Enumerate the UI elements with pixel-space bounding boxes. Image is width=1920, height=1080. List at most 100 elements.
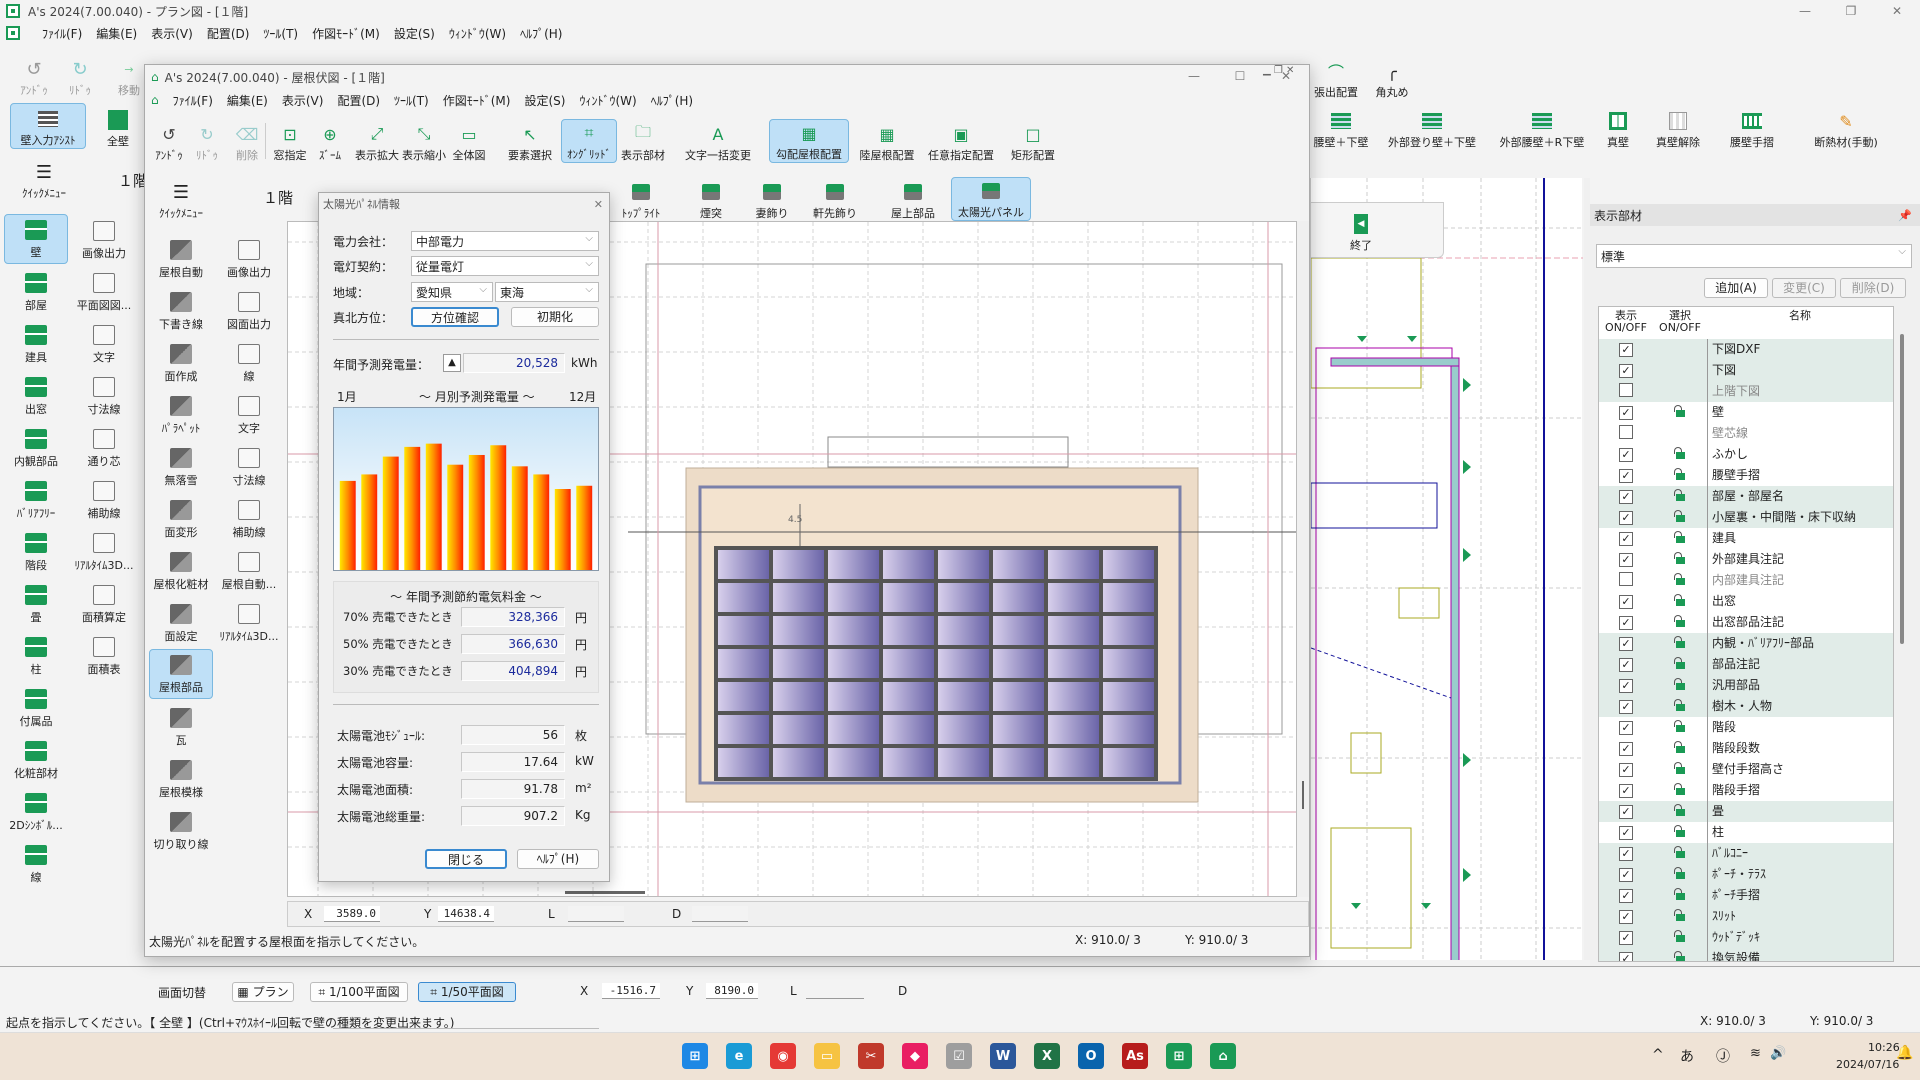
unlock-icon[interactable] <box>1674 573 1686 585</box>
main-sidebar-item[interactable]: 線 <box>4 838 68 888</box>
word-taskbar-icon[interactable]: W <box>990 1043 1016 1069</box>
plan-canvas[interactable] <box>1310 178 1583 1079</box>
show-checkbox[interactable]: ✓ <box>1619 552 1633 567</box>
roof-d-field[interactable] <box>692 906 748 922</box>
show-checkbox[interactable]: ✓ <box>1619 342 1633 357</box>
display-preset-select[interactable]: 標準 <box>1596 244 1912 268</box>
main-sidebar-item[interactable]: 建具 <box>4 318 68 368</box>
roof-sidebar-item[interactable]: 瓦 <box>149 701 213 751</box>
roof-parts-button[interactable]: 太陽光パネル <box>951 177 1031 221</box>
unlock-icon[interactable] <box>1674 510 1686 522</box>
main-sidebar-item[interactable]: 通り芯 <box>72 422 136 472</box>
unlock-icon[interactable] <box>1674 678 1686 690</box>
roof-toolbar-button[interactable]: ▣ 任意指定配置 <box>923 119 999 163</box>
unlock-icon[interactable] <box>1674 699 1686 711</box>
unlock-icon[interactable] <box>1674 489 1686 501</box>
solar-panel[interactable] <box>773 715 824 744</box>
solar-panel[interactable] <box>1048 748 1099 777</box>
power-company-select[interactable]: 中部電力 <box>411 231 599 251</box>
unlock-icon[interactable] <box>1674 804 1686 816</box>
ext-climb-wall-button[interactable]: 外部登り壁＋下壁 <box>1384 106 1480 150</box>
waist-wall-button[interactable]: 腰壁＋下壁 <box>1308 106 1374 150</box>
show-checkbox[interactable]: ✓ <box>1619 636 1633 651</box>
parts-scrollbar-thumb[interactable] <box>1900 334 1904 644</box>
roof-minimize-button[interactable]: — <box>1171 65 1217 87</box>
roof-menu-window[interactable]: ｳｨﾝﾄﾞｳ(W) <box>579 92 636 109</box>
main-sidebar-item[interactable]: ﾘｱﾙﾀｲﾑ3D... <box>72 526 136 576</box>
solar-panel[interactable] <box>1103 550 1154 579</box>
roof-toolbar-button[interactable]: ⌗ ｵﾝｸﾞﾘｯﾄﾞ <box>561 119 617 163</box>
solar-panel[interactable] <box>883 550 934 579</box>
main-sidebar-item[interactable]: 面積算定 <box>72 578 136 628</box>
solar-panel[interactable] <box>993 649 1044 678</box>
roof-toolbar-button[interactable]: ↖ 要素選択 <box>499 119 561 163</box>
solar-panel[interactable] <box>993 748 1044 777</box>
roof-toolbar-button[interactable]: ⊡ 窓指定 <box>269 119 311 163</box>
roof-toolbar-button[interactable]: □ 矩形配置 <box>1001 119 1065 163</box>
unlock-icon[interactable] <box>1674 594 1686 606</box>
solar-panel[interactable] <box>718 649 769 678</box>
outlook-taskbar-icon[interactable]: O <box>1078 1043 1104 1069</box>
main-sidebar-item[interactable]: ﾊﾞﾘｱﾌﾘｰ <box>4 474 68 524</box>
notification-icon[interactable]: 🔔 <box>1896 1045 1913 1061</box>
solar-panel[interactable] <box>938 682 989 711</box>
all-wall-button[interactable]: 全壁 <box>96 103 140 149</box>
contract-select[interactable]: 従量電灯 <box>411 256 599 276</box>
wall-assist-button[interactable]: 壁入力ｱｼｽﾄ <box>10 103 86 149</box>
main-sidebar-item[interactable]: 部屋 <box>4 266 68 316</box>
dialog-close-icon[interactable]: ✕ <box>594 198 603 211</box>
roof-toolbar-button[interactable]: A 文字一括変更 <box>677 119 759 163</box>
solar-panel[interactable] <box>938 616 989 645</box>
show-checkbox[interactable] <box>1619 425 1633 439</box>
solar-panel[interactable] <box>1103 583 1154 612</box>
roof-sidebar-item[interactable]: 面作成 <box>149 337 213 387</box>
show-checkbox[interactable]: ✓ <box>1619 825 1633 840</box>
unlock-icon[interactable] <box>1674 951 1686 961</box>
unlock-icon[interactable] <box>1674 531 1686 543</box>
solar-panel[interactable] <box>718 616 769 645</box>
scale-50-button[interactable]: ⌗ 1/50平面図 <box>418 982 516 1002</box>
roof-sidebar-item[interactable]: 線 <box>217 337 281 387</box>
plan-app-taskbar-icon[interactable]: ⊞ <box>1166 1043 1192 1069</box>
help-button[interactable]: ﾍﾙﾌﾟ(H) <box>517 849 599 869</box>
roof-sidebar-item[interactable]: 画像出力 <box>217 233 281 283</box>
end-button[interactable]: ◀ 終了 <box>1339 207 1383 253</box>
prefecture-select[interactable]: 愛知県 <box>411 282 493 302</box>
solar-panel[interactable] <box>993 583 1044 612</box>
main-sidebar-item[interactable]: 壁 <box>4 214 68 264</box>
roof-parts-button[interactable]: 軒先飾り <box>809 177 861 221</box>
close-button[interactable]: ✕ <box>1874 0 1920 22</box>
menu-place[interactable]: 配置(D) <box>207 25 250 42</box>
main-sidebar-item[interactable]: 付属品 <box>4 682 68 732</box>
unlock-icon[interactable] <box>1674 405 1686 417</box>
show-checkbox[interactable] <box>1619 383 1633 397</box>
roof-parts-button[interactable]: ﾄｯﾌﾟﾗｲﾄ <box>617 177 665 221</box>
main-sidebar-item[interactable]: 平面図図... <box>72 266 136 316</box>
solar-panel[interactable] <box>773 682 824 711</box>
ext-waist-r-wall-button[interactable]: 外部腰壁＋R下壁 <box>1494 106 1590 150</box>
menu-help[interactable]: ﾍﾙﾌﾟ(H) <box>520 25 562 42</box>
menu-window[interactable]: ｳｨﾝﾄﾞｳ(W) <box>449 25 506 42</box>
true-wall-button[interactable]: 真壁 <box>1600 106 1636 150</box>
roof-parts-button[interactable]: 妻飾り <box>747 177 797 221</box>
solar-panel[interactable] <box>1103 715 1154 744</box>
roof-sidebar-item[interactable]: 補助線 <box>217 493 281 543</box>
explorer-taskbar-icon[interactable]: ▭ <box>814 1043 840 1069</box>
solar-panel[interactable] <box>1103 649 1154 678</box>
main-sidebar-item[interactable]: 面積表 <box>72 630 136 680</box>
solar-panel[interactable] <box>718 550 769 579</box>
solar-panel[interactable] <box>938 583 989 612</box>
change-preset-button[interactable]: 変更(C) <box>1772 278 1836 298</box>
main-redo-button[interactable]: ↻ ﾘﾄﾞｩ <box>60 54 100 98</box>
roof-toolbar-button[interactable]: ↺ ｱﾝﾄﾞｩ <box>151 119 187 163</box>
main-sidebar-item[interactable]: 出窓 <box>4 370 68 420</box>
show-checkbox[interactable]: ✓ <box>1619 510 1633 525</box>
main-sidebar-item[interactable]: 補助線 <box>72 474 136 524</box>
roof-menu-place[interactable]: 配置(D) <box>337 92 380 109</box>
minimize-button[interactable]: — <box>1782 0 1828 22</box>
main-sidebar-item[interactable]: 文字 <box>72 318 136 368</box>
solar-panel[interactable] <box>938 715 989 744</box>
solar-panel[interactable] <box>938 550 989 579</box>
roof-sidebar-item[interactable]: 屋根自動... <box>217 545 281 595</box>
pin-icon[interactable]: 📌 <box>1898 209 1912 222</box>
